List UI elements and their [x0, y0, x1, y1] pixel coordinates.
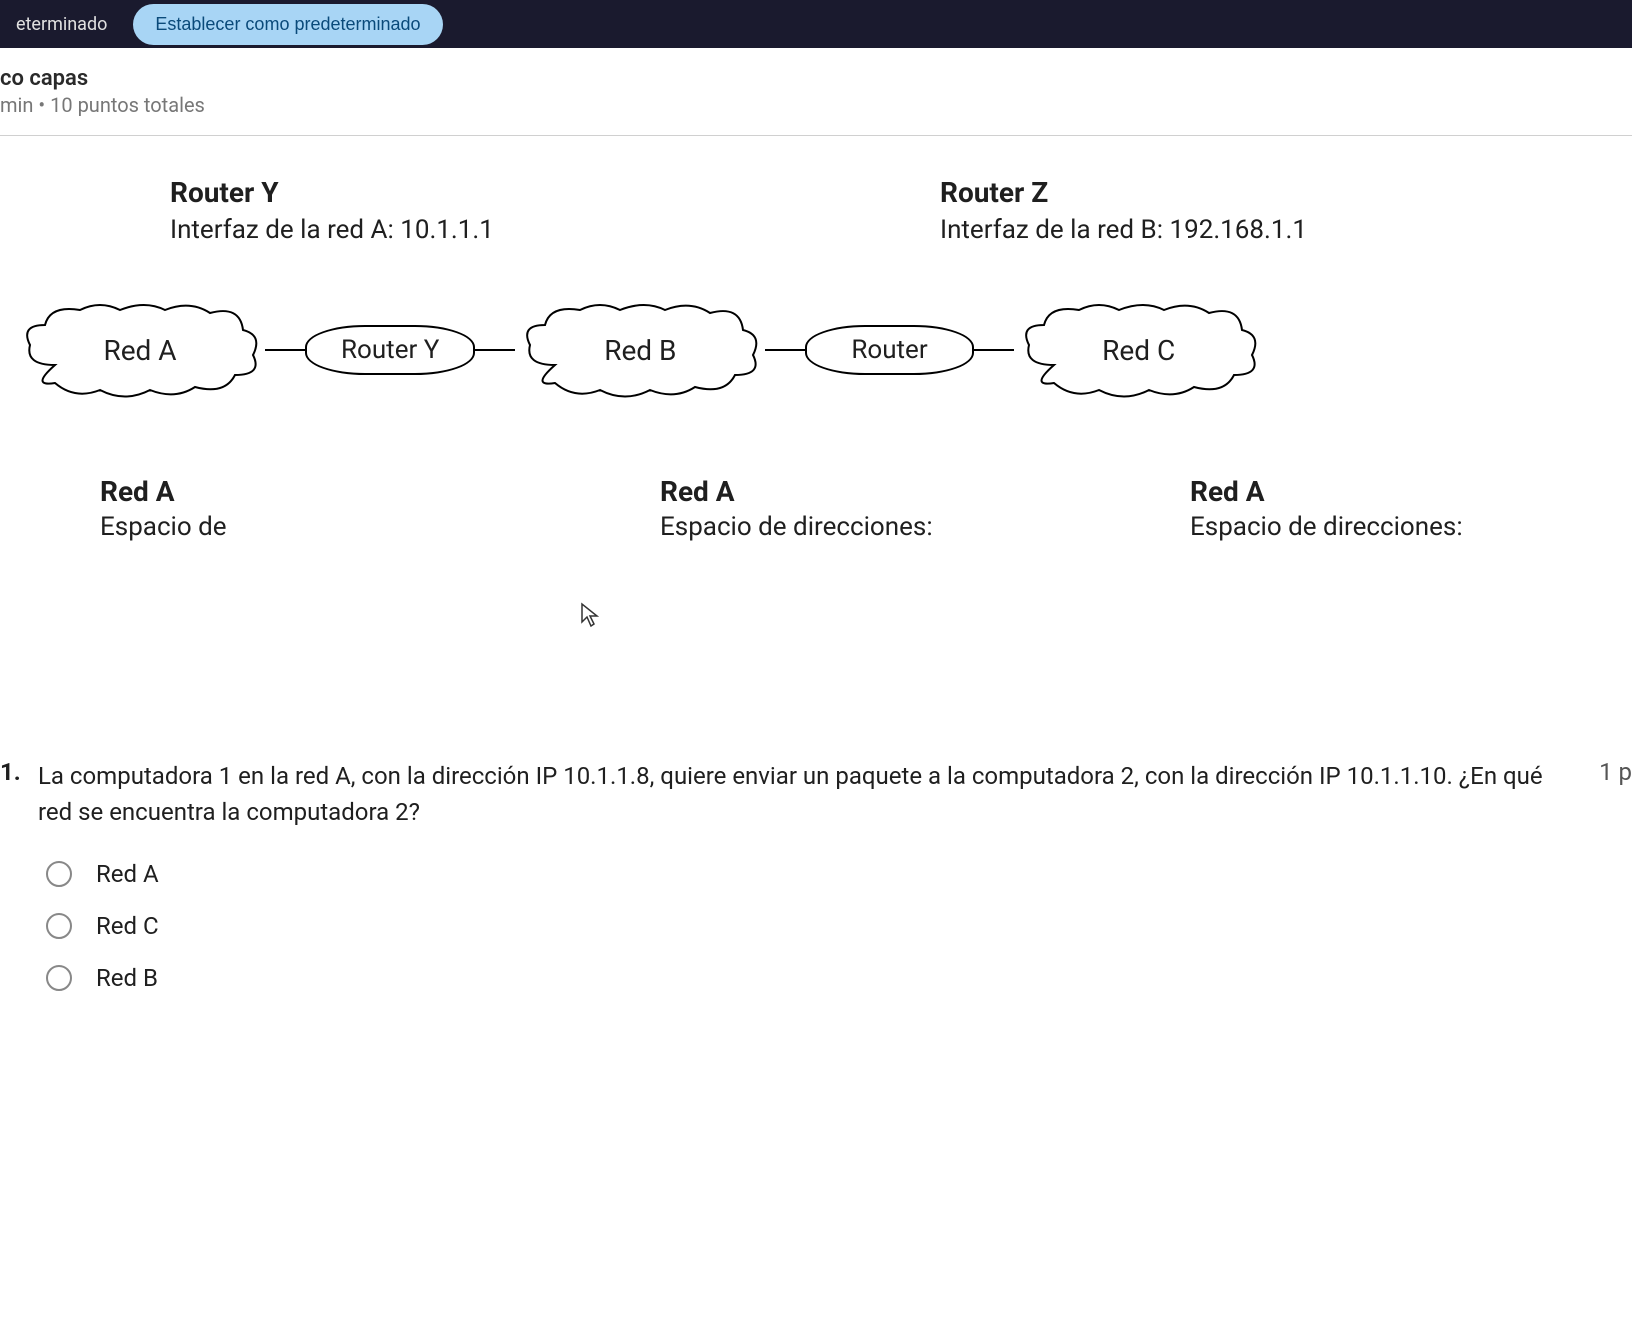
- quiz-meta: min • 10 puntos totales: [0, 93, 1632, 117]
- cloud-red-a: Red A: [15, 295, 265, 405]
- net-b-info: Red A Espacio de direcciones:: [660, 475, 1190, 542]
- connector: [265, 349, 305, 351]
- cloud-red-c: Red C: [1014, 295, 1264, 405]
- radio-icon: [46, 861, 72, 887]
- question-points: 1 p: [1579, 758, 1632, 786]
- cursor-icon: [580, 602, 600, 628]
- question-1: 1. La computadora 1 en la red A, con la …: [0, 728, 1632, 1046]
- cloud-red-b: Red B: [515, 295, 765, 405]
- set-default-button[interactable]: Establecer como predeterminado: [133, 4, 442, 45]
- router-y-label: Router Y Interfaz de la red A: 10.1.1.1: [170, 176, 940, 245]
- radio-icon: [46, 965, 72, 991]
- connector: [765, 349, 805, 351]
- router-z-node: Router: [805, 325, 973, 375]
- options-list: Red A Red C Red B: [46, 860, 1632, 992]
- option-red-b[interactable]: Red B: [46, 964, 1632, 992]
- router-z-label: Router Z Interfaz de la red B: 192.168.1…: [940, 176, 1307, 245]
- net-a-info: Red A Espacio de: [100, 475, 660, 542]
- net-c-info: Red A Espacio de direcciones:: [1190, 475, 1463, 542]
- question-text: La computadora 1 en la red A, con la dir…: [38, 758, 1579, 830]
- tab-predeterminado[interactable]: eterminado: [0, 4, 123, 45]
- quiz-header: co capas min • 10 puntos totales: [0, 48, 1632, 136]
- top-bar: eterminado Establecer como predeterminad…: [0, 0, 1632, 48]
- option-red-c[interactable]: Red C: [46, 912, 1632, 940]
- connector: [475, 349, 515, 351]
- radio-icon: [46, 913, 72, 939]
- router-y-node: Router Y: [305, 325, 475, 375]
- connector: [974, 349, 1014, 351]
- option-red-a[interactable]: Red A: [46, 860, 1632, 888]
- network-diagram: Router Y Interfaz de la red A: 10.1.1.1 …: [0, 136, 1632, 728]
- quiz-title: co capas: [0, 66, 1632, 91]
- question-number: 1.: [0, 758, 38, 786]
